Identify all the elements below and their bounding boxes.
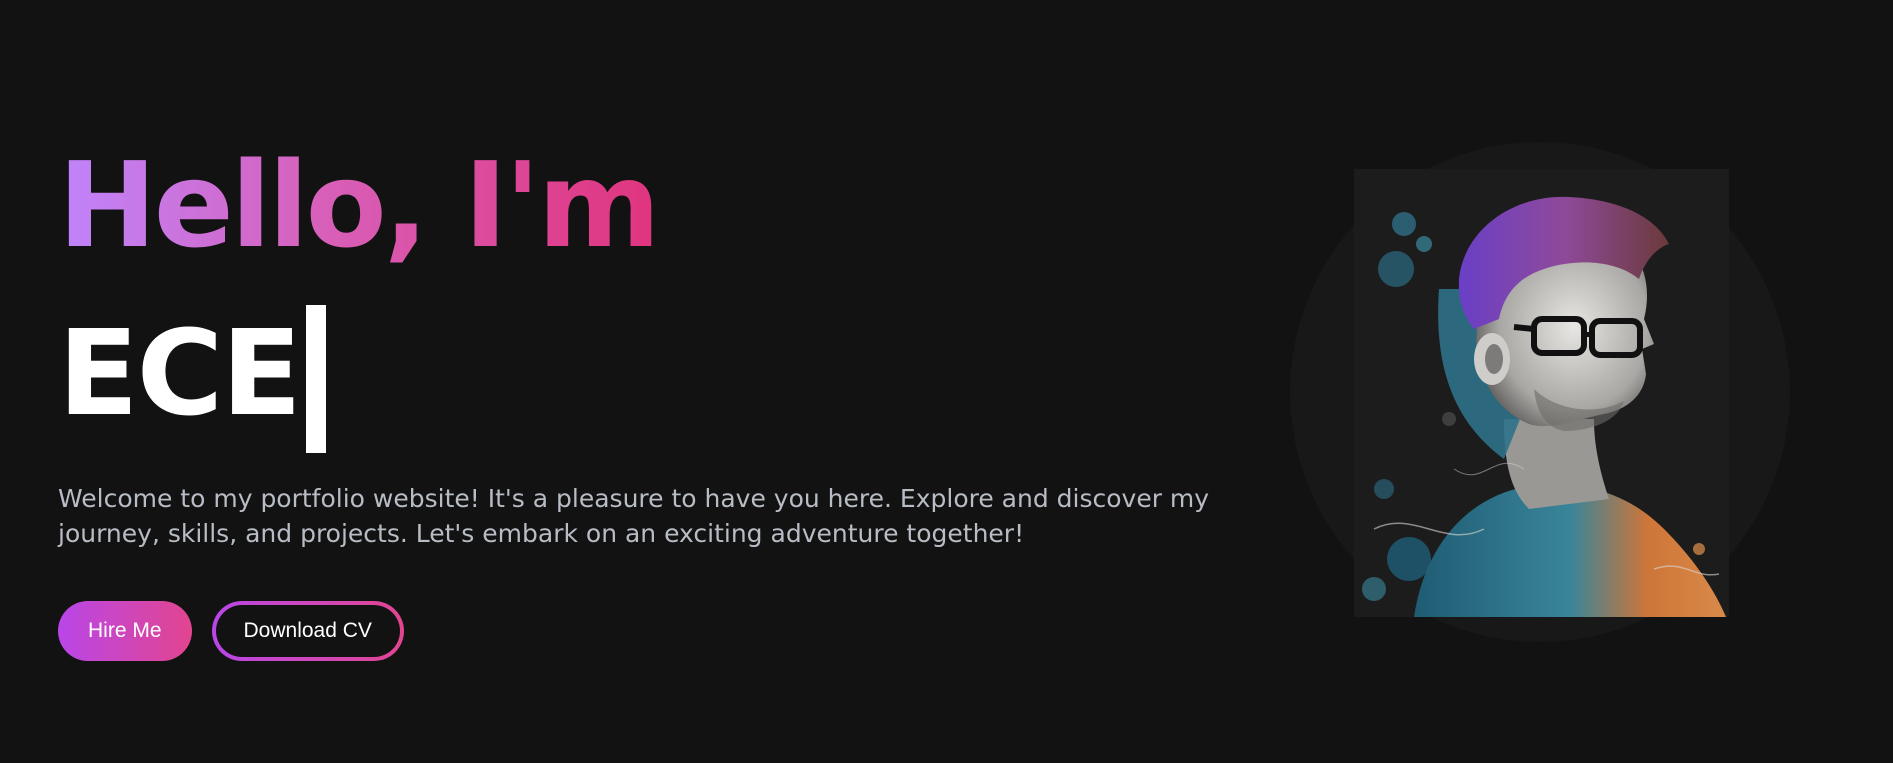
download-cv-button[interactable]: Download CV (212, 601, 404, 661)
portrait-image (1354, 169, 1729, 617)
typewriter-cursor (305, 305, 326, 453)
typewriter-line: ECE (58, 304, 1298, 453)
hero-image-column (1290, 142, 1790, 642)
watercolor-portrait-icon (1362, 196, 1726, 617)
hire-me-button[interactable]: Hire Me (58, 601, 192, 661)
hero-text-column: Hello, I'm ECE Welcome to my portfolio w… (58, 140, 1298, 661)
intro-paragraph: Welcome to my portfolio website! It's a … (58, 484, 1210, 548)
greeting-heading: Hello, I'm (58, 136, 661, 274)
typewriter-role-text: ECE (58, 304, 302, 442)
hero-buttons: Hire Me Download CV (58, 601, 1298, 661)
hero-section: Hello, I'm ECE Welcome to my portfolio w… (0, 0, 1893, 763)
